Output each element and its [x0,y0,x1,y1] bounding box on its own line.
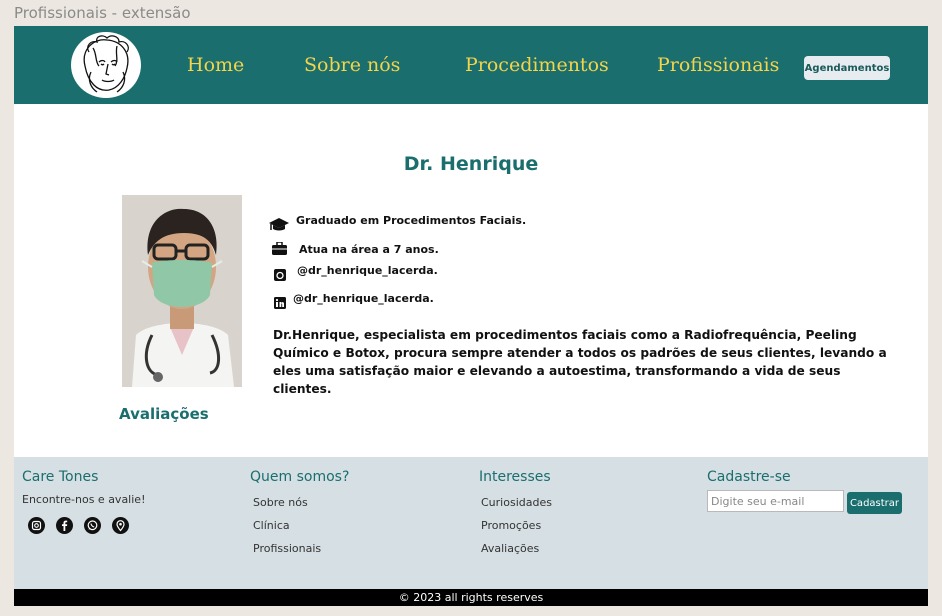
reviews-title: Avaliações [119,405,209,423]
footer-brand-title: Care Tones [22,469,99,485]
cadastrar-button[interactable]: Cadastrar [847,492,902,514]
nav-home[interactable]: Home [187,54,244,76]
doctor-portrait-image [122,195,242,387]
footer-link-avaliacoes[interactable]: Avaliações [481,542,539,555]
location-pin-icon[interactable] [112,517,129,534]
footer-link-promocoes[interactable]: Promoções [481,519,541,532]
footer-signup-title: Cadastre-se [707,469,791,485]
doctor-photo [122,195,242,387]
site-footer: Care Tones Encontre-nos e avalie! Quem s… [14,457,928,589]
whatsapp-icon[interactable] [84,517,101,534]
graduation-cap-icon [269,216,289,232]
nav-sobre-nos[interactable]: Sobre nós [304,54,400,76]
info-graduation-text: Graduado em Procedimentos Faciais. [296,214,527,227]
nav-profissionais[interactable]: Profissionais [657,54,779,76]
footer-link-sobre-nos[interactable]: Sobre nós [253,496,308,509]
footer-link-profissionais[interactable]: Profissionais [253,542,321,555]
doctor-bio: Dr.Henrique, especialista em procediment… [273,328,887,396]
instagram-icon[interactable] [28,517,45,534]
email-field[interactable] [707,490,844,512]
info-linkedin[interactable]: @dr_henrique_lacerda. [269,292,529,310]
agendamentos-button[interactable]: Agendamentos [804,56,890,80]
briefcase-icon [272,241,290,258]
info-instagram[interactable]: @dr_henrique_lacerda. [269,264,529,282]
face-sketch-icon [83,35,129,93]
linkedin-icon [274,297,292,313]
doctor-name: Dr. Henrique [403,153,539,175]
info-experience-text: Atua na área a 7 anos. [299,243,439,256]
footer-about-title: Quem somos? [250,469,350,485]
facebook-icon[interactable] [56,517,73,534]
site-header: Home Sobre nós Procedimentos Profissiona… [14,26,928,104]
footer-link-curiosidades[interactable]: Curiosidades [481,496,552,509]
page: Home Sobre nós Procedimentos Profissiona… [14,26,928,606]
footer-tagline: Encontre-nos e avalie! [22,493,146,506]
info-instagram-text[interactable]: @dr_henrique_lacerda. [297,264,438,277]
window-title: Profissionais - extensão [14,4,191,22]
info-linkedin-text[interactable]: @dr_henrique_lacerda. [293,292,434,305]
info-graduation: Graduado em Procedimentos Faciais. [269,214,529,232]
copyright-bar: © 2023 all rights reserves [14,589,928,606]
footer-link-clinica[interactable]: Clínica [253,519,290,532]
nav-procedimentos[interactable]: Procedimentos [465,54,609,76]
info-experience: Atua na área a 7 anos. [269,241,529,261]
logo[interactable] [71,32,141,98]
footer-interests-title: Interesses [479,469,551,485]
instagram-icon [274,269,292,285]
